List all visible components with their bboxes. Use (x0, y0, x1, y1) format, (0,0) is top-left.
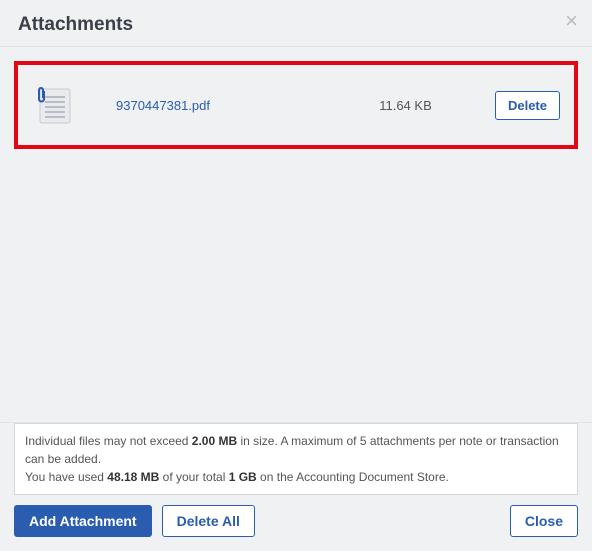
attachment-filesize: 11.64 KB (316, 98, 495, 113)
modal-header: Attachments × (0, 0, 592, 46)
info-text: You have used (25, 470, 107, 484)
info-text: of your total (159, 470, 228, 484)
modal-title: Attachments (18, 14, 574, 36)
modal-footer: Add Attachment Delete All Close (0, 505, 592, 551)
close-icon[interactable]: × (565, 10, 578, 32)
info-text: Individual files may not exceed (25, 434, 192, 448)
total-storage: 1 GB (229, 470, 257, 484)
delete-all-button[interactable]: Delete All (162, 505, 255, 537)
info-text: on the Accounting Document Store. (257, 470, 449, 484)
close-button[interactable]: Close (510, 505, 578, 537)
max-attachments: 5 (360, 434, 367, 448)
delete-button[interactable]: Delete (495, 91, 560, 120)
file-icon (32, 83, 76, 127)
add-attachment-button[interactable]: Add Attachment (14, 505, 152, 537)
attachment-row: 9370447381.pdf 11.64 KB Delete (28, 73, 564, 137)
modal-body: 9370447381.pdf 11.64 KB Delete (0, 46, 592, 423)
attachment-filename[interactable]: 9370447381.pdf (116, 98, 316, 113)
storage-info: Individual files may not exceed 2.00 MB … (14, 423, 578, 495)
max-file-size: 2.00 MB (192, 434, 237, 448)
used-storage: 48.18 MB (107, 470, 159, 484)
attachment-highlight: 9370447381.pdf 11.64 KB Delete (14, 61, 578, 149)
info-text: in size. A maximum of (237, 434, 360, 448)
attachments-modal: Attachments × 9370447381.pdf 1 (0, 0, 592, 551)
